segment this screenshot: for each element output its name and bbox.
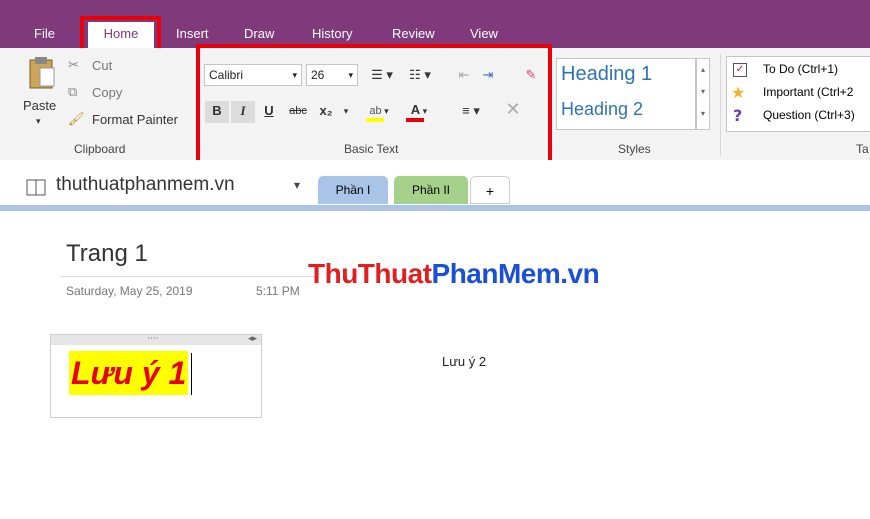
watermark-right: PhanMem.vn (431, 258, 600, 289)
tag-question-label: Question (Ctrl+3) (763, 108, 855, 122)
group-divider (720, 54, 721, 156)
style-heading-2[interactable]: Heading 2 (561, 99, 643, 120)
tag-important-label: Important (Ctrl+2 (763, 85, 854, 99)
basic-text-highlight-frame (196, 44, 552, 168)
section-tab-2[interactable]: Phần II (394, 176, 468, 204)
title-underline (60, 276, 316, 277)
question-icon: ? (733, 106, 743, 125)
tags-group-label: Ta (856, 142, 869, 156)
note-text-1[interactable]: Lưu ý 1 (69, 351, 189, 395)
page-time: 5:11 PM (256, 284, 300, 298)
paste-label: Paste (23, 98, 57, 113)
tag-todo-label: To Do (Ctrl+1) (763, 62, 839, 76)
notebook-name: thuthuatphanmem.vn (56, 174, 235, 195)
watermark: ThuThuatPhanMem.vn (308, 258, 600, 290)
copy-icon: ⧉ (68, 84, 78, 99)
tag-question[interactable]: ? Question (Ctrl+3) (731, 106, 870, 127)
styles-group-label: Styles (618, 142, 651, 156)
format-painter-label: Format Painter (92, 112, 178, 127)
chevron-down-icon: ▾ (294, 178, 301, 192)
notebook-picker[interactable]: thuthuatphanmem.vn ▾ (26, 174, 326, 200)
scissors-icon: ✂ (68, 57, 79, 72)
tag-todo[interactable]: ✓ To Do (Ctrl+1) (731, 61, 870, 81)
section-tab-1[interactable]: Phần I (318, 176, 388, 204)
drag-handle-icon: ···· (147, 334, 159, 344)
page-date: Saturday, May 25, 2019 (66, 284, 193, 298)
format-painter-button[interactable]: 🖌 Format Painter (68, 111, 192, 131)
copy-button[interactable]: ⧉ Copy (68, 84, 128, 104)
chevron-down-icon: ▾ (36, 116, 41, 126)
page-title[interactable]: Trang 1 (66, 240, 148, 268)
text-cursor (191, 353, 192, 395)
tab-file[interactable]: File (34, 22, 55, 48)
cut-label: Cut (92, 58, 113, 73)
tags-gallery[interactable]: ✓ To Do (Ctrl+1) ★ Important (Ctrl+2 ? Q… (726, 56, 870, 132)
clipboard-group-label: Clipboard (74, 142, 126, 156)
watermark-left: ThuThuat (308, 258, 432, 289)
style-heading-1[interactable]: Heading 1 (561, 63, 652, 86)
styles-scrollbar[interactable]: ▴ ▾ ▾ (696, 58, 710, 130)
note-container[interactable]: ···· ◂▸ Lưu ý 1 (50, 334, 262, 418)
note-container-handle[interactable]: ···· ◂▸ (51, 335, 261, 345)
paste-button[interactable]: Paste ▾ (20, 54, 64, 136)
brush-icon: 🖌 (68, 111, 85, 126)
tag-important[interactable]: ★ Important (Ctrl+2 (731, 83, 870, 104)
star-icon: ★ (731, 83, 746, 102)
checkbox-icon: ✓ (733, 63, 747, 77)
add-section-button[interactable]: + (470, 176, 510, 204)
note-1-label: Lưu ý 1 (71, 355, 187, 391)
note-text-2[interactable]: Lưu ý 2 (442, 354, 486, 369)
styles-gallery[interactable]: Heading 1 Heading 2 (556, 58, 696, 130)
clipboard-icon (29, 57, 55, 89)
cut-button[interactable]: ✂ Cut (68, 57, 128, 77)
notebook-icon (26, 179, 46, 196)
copy-label: Copy (92, 85, 123, 100)
resize-handle-icon: ◂▸ (247, 334, 257, 344)
